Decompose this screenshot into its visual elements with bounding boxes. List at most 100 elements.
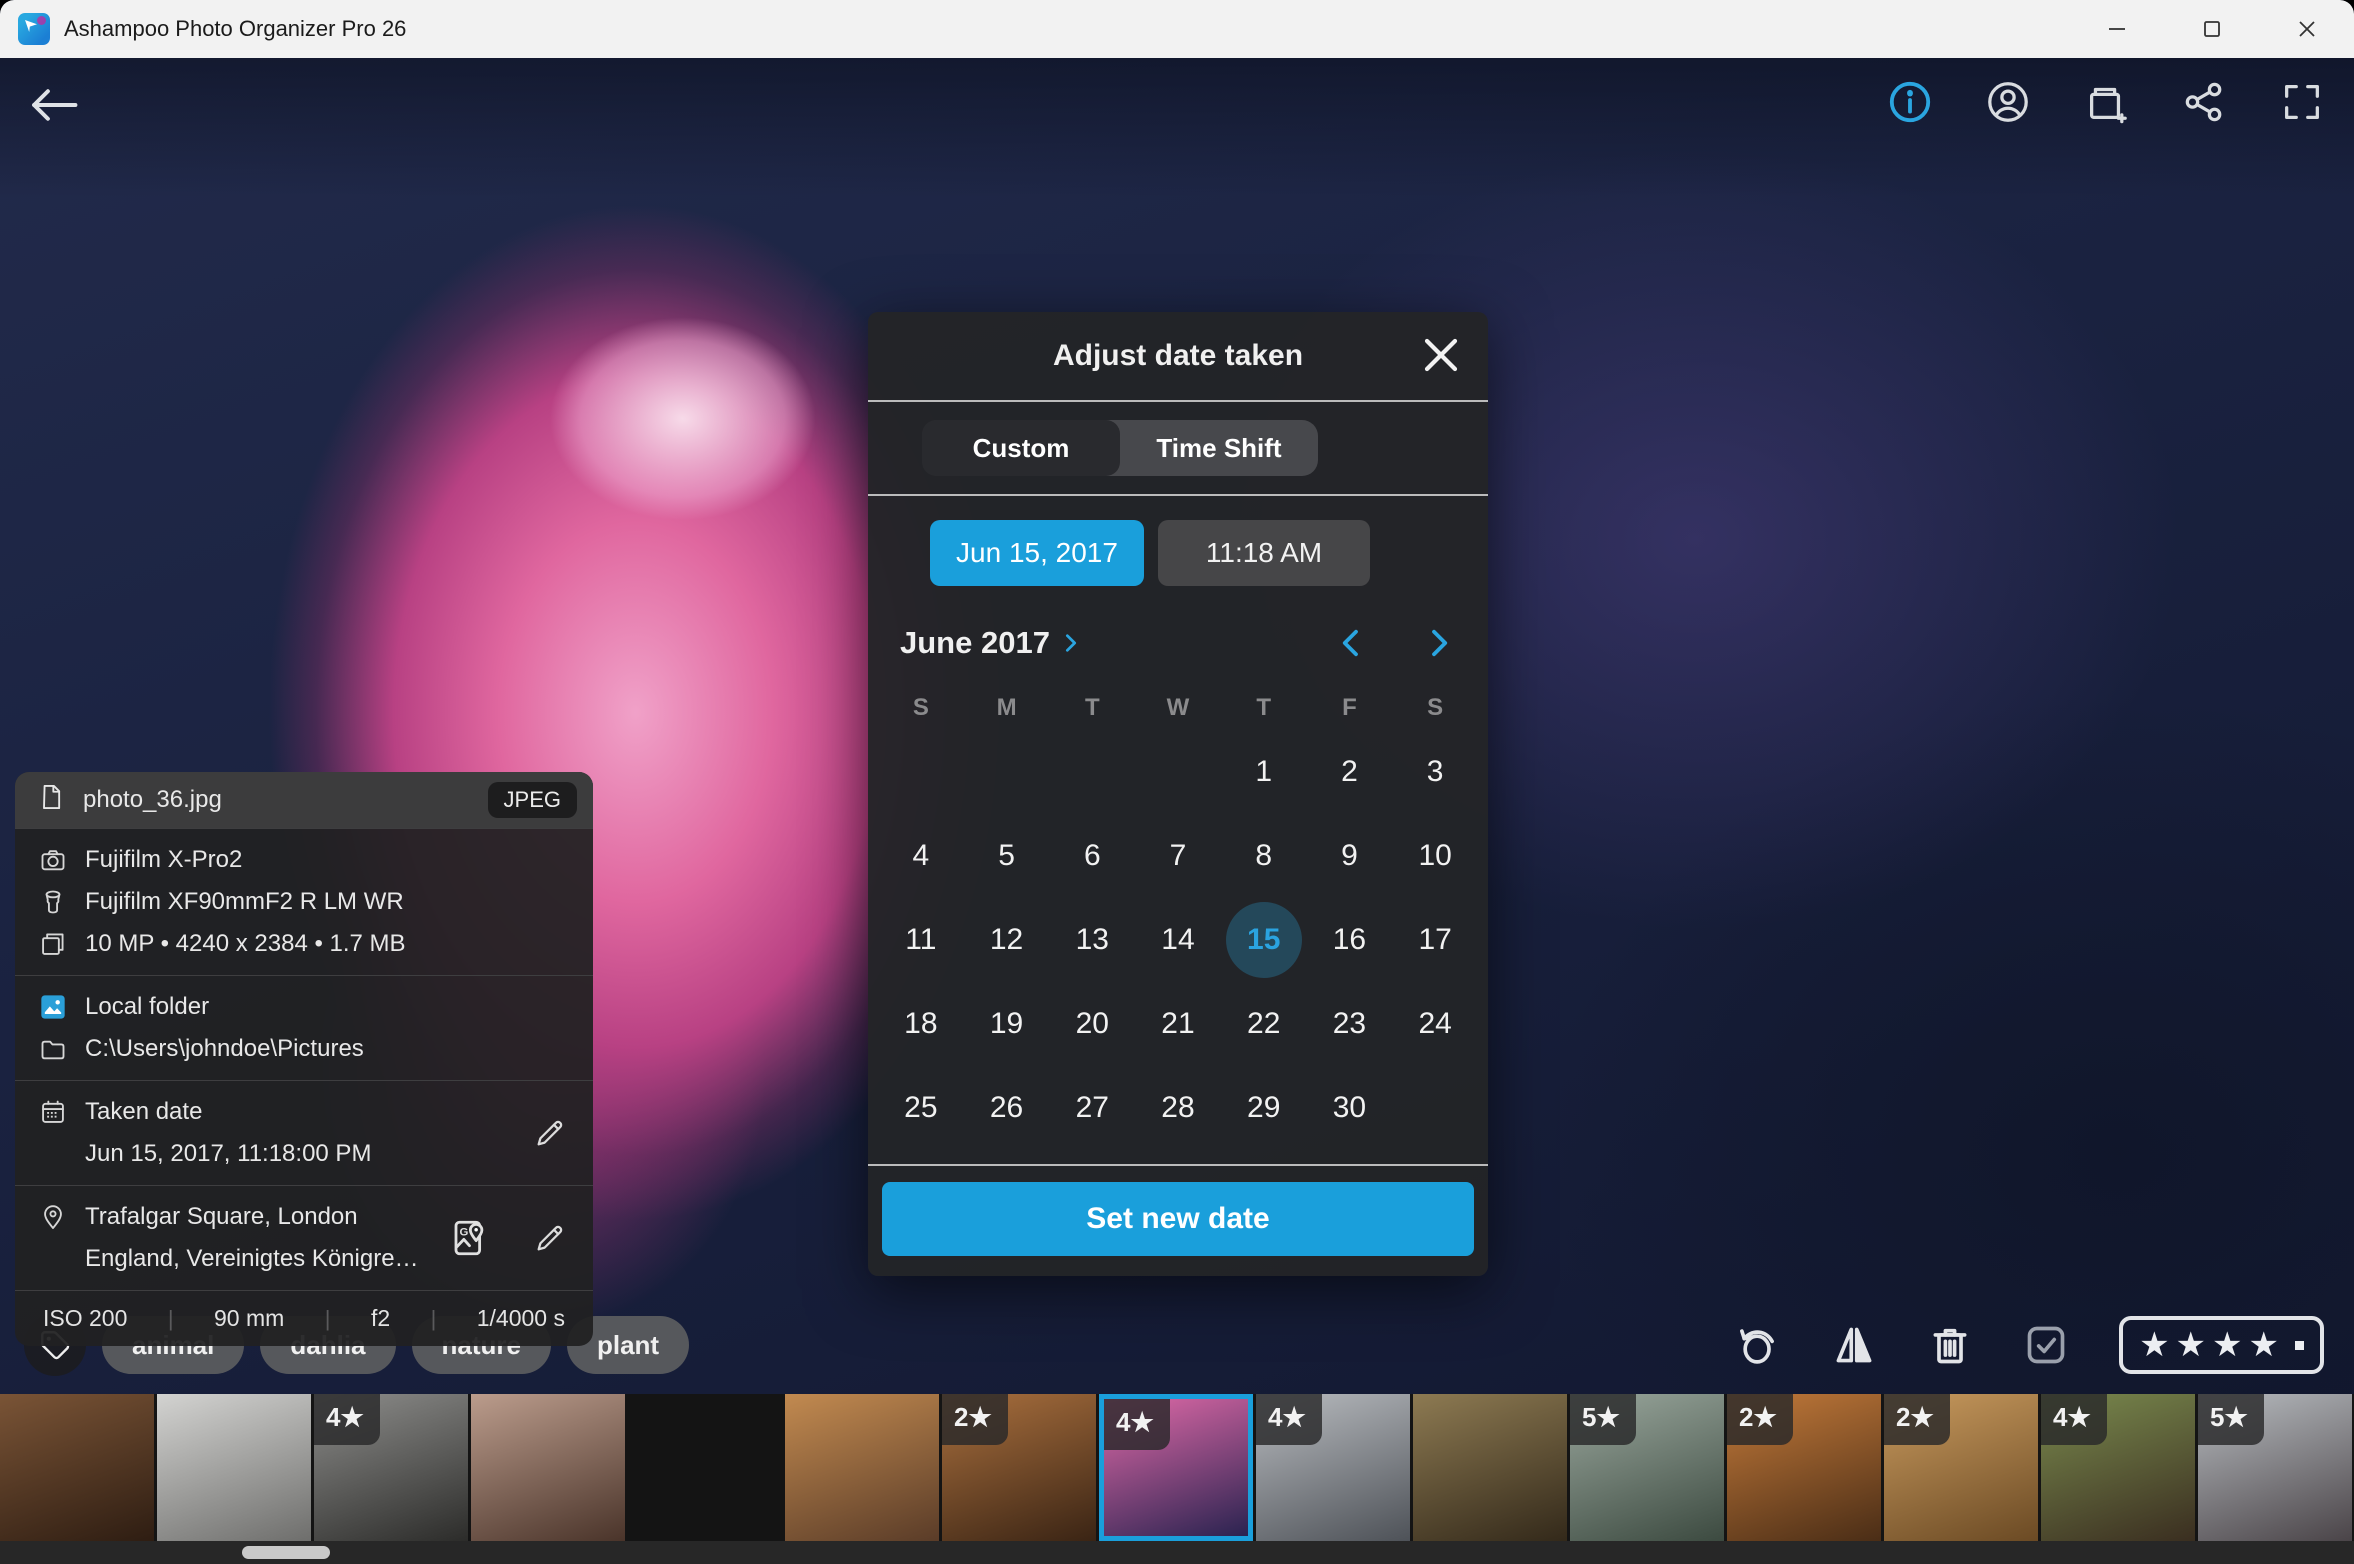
weekday-label: M	[964, 694, 1050, 722]
lens-icon	[39, 888, 67, 916]
calendar-day-26[interactable]: 26	[969, 1070, 1045, 1146]
format-badge: JPEG	[488, 782, 577, 818]
minimize-button[interactable]	[2069, 0, 2164, 58]
month-expand-chevron-icon[interactable]	[1060, 632, 1082, 654]
exif-iso: ISO 200	[43, 1305, 127, 1332]
title-bar: Ashampoo Photo Organizer Pro 26	[0, 0, 2354, 58]
star-filled-icon[interactable]: ★	[2176, 1328, 2206, 1362]
star-filled-icon[interactable]: ★	[2139, 1328, 2169, 1362]
weekday-label: T	[1049, 694, 1135, 722]
calendar-day-6[interactable]: 6	[1054, 818, 1130, 894]
previous-month-icon[interactable]	[1336, 626, 1366, 660]
info-icon[interactable]	[1886, 78, 1934, 126]
calendar-day-13[interactable]: 13	[1054, 902, 1130, 978]
calendar-day-1[interactable]: 1	[1226, 734, 1302, 810]
app-window: Ashampoo Photo Organizer Pro 26	[0, 0, 2354, 1564]
open-maps-icon[interactable]: G	[449, 1217, 491, 1259]
calendar-day-25[interactable]: 25	[883, 1070, 959, 1146]
calendar-day-27[interactable]: 27	[1054, 1070, 1130, 1146]
star-filled-icon[interactable]: ★	[2249, 1328, 2279, 1362]
calendar-day-2[interactable]: 2	[1311, 734, 1387, 810]
source-label: Local folder	[85, 992, 209, 1022]
thumbnail-dog-field[interactable]: 2★	[1884, 1394, 2038, 1541]
calendar-day-16[interactable]: 16	[1311, 902, 1387, 978]
calendar-day-7[interactable]: 7	[1140, 818, 1216, 894]
select-checkbox[interactable]	[2023, 1322, 2069, 1368]
photo-info-panel: photo_36.jpg JPEG Fujifilm X-Pro2 Fujifi…	[15, 772, 593, 1346]
back-button[interactable]	[28, 84, 80, 126]
dialog-close-icon[interactable]	[1420, 334, 1462, 376]
calendar-day-21[interactable]: 21	[1140, 986, 1216, 1062]
calendar-day-15[interactable]: 15	[1226, 902, 1302, 978]
thumbnail-dog-goggles[interactable]: 5★	[2198, 1394, 2352, 1541]
calendar-day-5[interactable]: 5	[969, 818, 1045, 894]
thumbnail-rating-badge: 4★	[1256, 1394, 1322, 1445]
calendar-header: June 2017	[868, 608, 1488, 668]
fullscreen-icon[interactable]	[2278, 78, 2326, 126]
maximize-button[interactable]	[2164, 0, 2259, 58]
thumbnail-goats[interactable]	[0, 1394, 154, 1541]
weekday-label: S	[1392, 694, 1478, 722]
star-empty-icon[interactable]	[2295, 1341, 2304, 1350]
delete-icon[interactable]	[1927, 1322, 1973, 1368]
edit-location-icon[interactable]	[533, 1221, 567, 1255]
calendar-day-9[interactable]: 9	[1311, 818, 1387, 894]
star-filled-icon[interactable]: ★	[2212, 1328, 2242, 1362]
calendar-day-29[interactable]: 29	[1226, 1070, 1302, 1146]
rating-widget[interactable]: ★★★★	[2119, 1316, 2324, 1374]
folder-section: Local folder C:\Users\johndoe\Pictures	[15, 975, 593, 1080]
thumbnail-black-dog-snow[interactable]	[157, 1394, 311, 1541]
calendar-day-19[interactable]: 19	[969, 986, 1045, 1062]
thumbnail-puppy-petted[interactable]	[471, 1394, 625, 1541]
thumbnail-cocker-spaniel[interactable]	[1413, 1394, 1567, 1541]
thumbnail-dog-newspaper[interactable]: 4★	[314, 1394, 468, 1541]
thumbnail-shaggy-dog[interactable]: 4★	[2041, 1394, 2195, 1541]
calendar-day-14[interactable]: 14	[1140, 902, 1216, 978]
calendar-day-18[interactable]: 18	[883, 986, 959, 1062]
thumbnail-fox[interactable]: 2★	[1727, 1394, 1881, 1541]
filmstrip: 4★2★4★4★5★2★2★4★5★	[0, 1394, 2354, 1541]
tab-custom[interactable]: Custom	[922, 420, 1120, 476]
calendar-day-22[interactable]: 22	[1226, 986, 1302, 1062]
calendar-day-11[interactable]: 11	[883, 902, 959, 978]
calendar-day-10[interactable]: 10	[1397, 818, 1473, 894]
calendar-day-30[interactable]: 30	[1311, 1070, 1387, 1146]
rotate-icon[interactable]	[1735, 1322, 1781, 1368]
tab-time-shift[interactable]: Time Shift	[1120, 420, 1318, 476]
set-new-date-button[interactable]: Set new date	[882, 1182, 1474, 1256]
close-button[interactable]	[2259, 0, 2354, 58]
share-icon[interactable]	[2180, 78, 2228, 126]
user-account-icon[interactable]	[1984, 78, 2032, 126]
weekday-label: W	[1135, 694, 1221, 722]
calendar-day-28[interactable]: 28	[1140, 1070, 1216, 1146]
thumbnail-cat-snow[interactable]	[628, 1394, 782, 1541]
thumbnail-rating-badge: 2★	[1727, 1394, 1793, 1445]
calendar-day-17[interactable]: 17	[1397, 902, 1473, 978]
add-to-album-icon[interactable]	[2082, 78, 2130, 126]
calendar-day-20[interactable]: 20	[1054, 986, 1130, 1062]
thumbnail-white-cat[interactable]: 4★	[1256, 1394, 1410, 1541]
thumbnail-girl-balloons[interactable]: 5★	[1570, 1394, 1724, 1541]
next-month-icon[interactable]	[1424, 626, 1454, 660]
edit-date-icon[interactable]	[533, 1116, 567, 1150]
thumbnail-dog-graffiti[interactable]	[785, 1394, 939, 1541]
calendar-day-23[interactable]: 23	[1311, 986, 1387, 1062]
time-value-button[interactable]: 11:18 AM	[1158, 520, 1370, 586]
calendar-day-12[interactable]: 12	[969, 902, 1045, 978]
thumbnail-dahlia[interactable]: 4★	[1099, 1394, 1253, 1541]
location-line1: Trafalgar Square, London	[85, 1202, 358, 1232]
calendar-weekday-row: SMTWTFS	[868, 668, 1488, 722]
calendar-grid: 1234567891011121314151617181920212223242…	[868, 722, 1488, 1164]
filmstrip-scrollbar-track[interactable]	[0, 1541, 2354, 1564]
calendar-day-8[interactable]: 8	[1226, 818, 1302, 894]
date-mode-tabs: CustomTime Shift	[922, 420, 1318, 476]
flip-horizontal-icon[interactable]	[1831, 1322, 1877, 1368]
filmstrip-scrollbar-thumb[interactable]	[242, 1546, 330, 1559]
date-value-button[interactable]: Jun 15, 2017	[930, 520, 1144, 586]
month-label[interactable]: June 2017	[900, 625, 1050, 661]
thumbnail-golden-retriever[interactable]: 2★	[942, 1394, 1096, 1541]
calendar-day-4[interactable]: 4	[883, 818, 959, 894]
folder-icon	[39, 1035, 67, 1063]
calendar-day-24[interactable]: 24	[1397, 986, 1473, 1062]
calendar-day-3[interactable]: 3	[1397, 734, 1473, 810]
